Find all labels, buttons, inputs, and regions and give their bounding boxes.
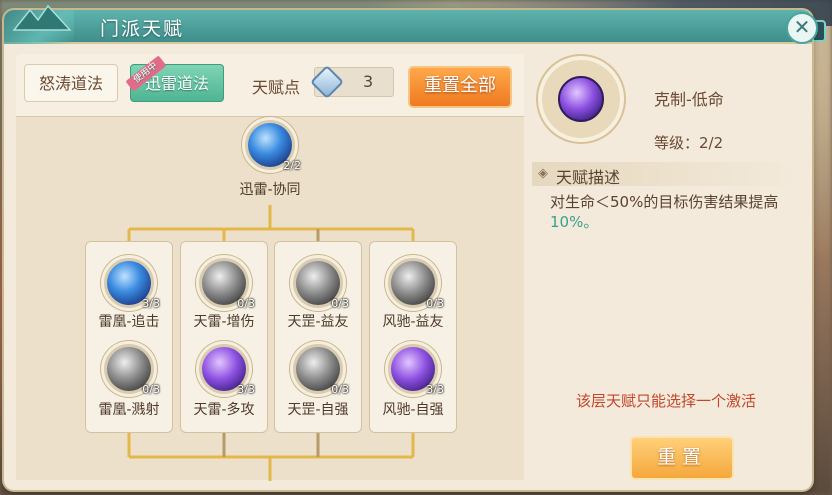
selected-talent-frame	[538, 56, 624, 142]
node-label: 风驰-益友	[382, 314, 444, 330]
node-level: 0/3	[237, 297, 255, 310]
node-level: 0/3	[426, 297, 444, 310]
node-level: 3/3	[237, 383, 255, 396]
node-label: 风驰-自强	[382, 402, 444, 418]
talent-level: 等级：2/2	[654, 134, 724, 152]
tab-label: 迅雷道法	[144, 74, 209, 93]
diamond-icon: ◈	[538, 166, 548, 181]
description-title: 天赋描述	[556, 168, 621, 187]
reset-all-button[interactable]: 重置全部	[408, 66, 512, 108]
node-level: 0/3	[331, 297, 349, 310]
node-label: 迅雷-协同	[239, 182, 301, 198]
tab-label: 怒涛道法	[38, 74, 103, 93]
tab-nutao-school[interactable]: 怒涛道法	[24, 64, 118, 102]
talent-detail-panel: 克制-低命 等级：2/2 ◈ 天赋描述 对生命＜50%的目标伤害结果提高 10%…	[532, 54, 804, 480]
talent-node-root[interactable]: 2/2	[242, 117, 301, 173]
title-bar: 门派天赋	[4, 4, 812, 44]
node-label: 雷凰-溅射	[98, 402, 160, 418]
node-level: 2/2	[283, 159, 301, 172]
layer-rule-text: 该层天赋只能选择一个激活	[575, 392, 756, 410]
description-header: ◈ 天赋描述	[532, 162, 800, 187]
mountain-deco-icon	[12, 4, 72, 31]
talent-node[interactable]: 3/3	[101, 255, 160, 311]
talent-node[interactable]: 0/3	[385, 255, 444, 311]
talent-node[interactable]: 3/3	[196, 341, 255, 397]
node-level: 3/3	[142, 297, 160, 310]
talent-name: 克制-低命	[654, 90, 724, 109]
close-button[interactable]: ✕	[786, 12, 818, 44]
description-value: 10%。	[550, 213, 599, 231]
node-level: 0/3	[142, 383, 160, 396]
close-icon: ✕	[793, 15, 811, 39]
node-label: 天雷-增伤	[193, 314, 255, 330]
reset-button[interactable]: 重置	[630, 436, 734, 480]
description-body: 对生命＜50%的目标伤害结果提高	[550, 193, 779, 211]
talent-node[interactable]: 3/3	[385, 341, 444, 397]
talent-node[interactable]: 0/3	[290, 255, 349, 311]
node-label: 雷凰-追击	[98, 314, 160, 330]
talent-gem-icon	[302, 57, 353, 108]
tab-xunlei-school[interactable]: 使用中 迅雷道法	[125, 55, 224, 102]
node-level: 0/3	[331, 383, 349, 396]
description-text: 对生命＜50%的目标伤害结果提高 10%。	[550, 192, 802, 232]
talent-node[interactable]: 0/3	[101, 341, 160, 397]
node-label: 天雷-多攻	[193, 402, 255, 418]
talent-points-box: 3	[310, 65, 394, 99]
talent-window: 门派天赋 ✕ 怒涛道法 使用中 迅雷道法 天赋点 3 重置全部 2/2 迅雷-协…	[4, 4, 818, 490]
talent-node[interactable]: 0/3	[290, 341, 349, 397]
lightning-orb-icon	[558, 76, 604, 122]
talent-points-label: 天赋点	[252, 78, 301, 97]
talent-node[interactable]: 0/3	[196, 255, 255, 311]
talent-points-value: 3	[363, 72, 374, 91]
node-level: 3/3	[426, 383, 444, 396]
talent-tree: 2/2 迅雷-协同 3/3 雷凰-追击 0/3 雷凰-溅射 0/3 天雷-增伤 …	[16, 116, 524, 481]
node-label: 天罡-益友	[287, 314, 349, 330]
window-title: 门派天赋	[100, 18, 185, 40]
talent-tree-panel: 怒涛道法 使用中 迅雷道法 天赋点 3 重置全部 2/2 迅雷-协同 3/3 雷…	[16, 54, 524, 481]
node-label: 天罡-自强	[287, 402, 349, 418]
